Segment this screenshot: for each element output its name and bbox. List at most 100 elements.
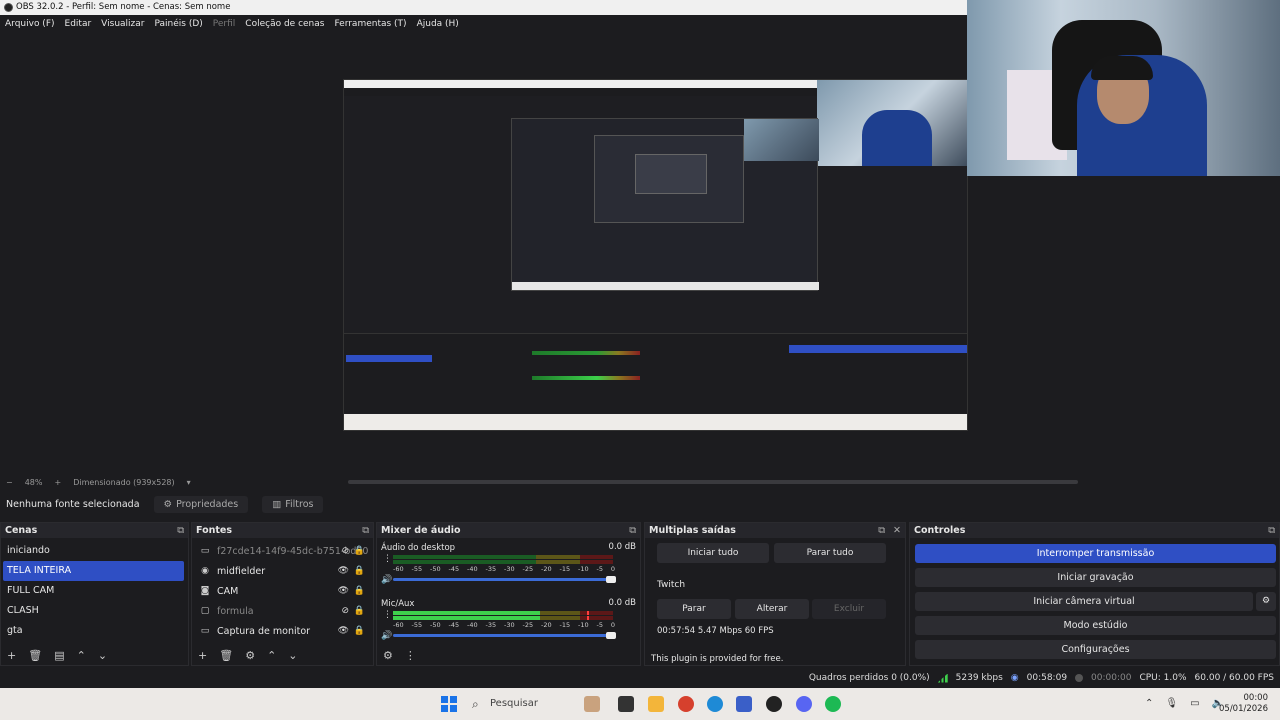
menu-profile[interactable]: Perfil xyxy=(213,19,236,29)
source-item[interactable]: ▢ formula ⊘ 🔒 xyxy=(192,601,373,621)
source-item[interactable]: ▭ f27cde14-14f9-45dc-b751-bd50 ⊘ 🔒 xyxy=(192,541,373,561)
scene-item[interactable]: FULL CAM xyxy=(1,581,188,601)
channel-menu-icon[interactable]: ⋮ xyxy=(383,554,392,564)
remove-source-icon[interactable]: 🗑 xyxy=(219,649,233,662)
obs-taskbar-icon[interactable] xyxy=(766,696,782,712)
source-item[interactable]: ▭ Captura de monitor 👁 🔒 xyxy=(192,621,373,641)
advanced-audio-icon[interactable]: ⚙ xyxy=(383,649,393,662)
start-virtual-camera-button[interactable]: Iniciar câmera virtual xyxy=(915,592,1253,611)
scene-item-selected[interactable]: TELA INTEIRA xyxy=(3,561,184,581)
eye-icon[interactable]: 👁 xyxy=(338,566,349,576)
zoom-mode[interactable]: Dimensionado (939x528) xyxy=(73,478,174,487)
discord-icon[interactable] xyxy=(796,696,812,712)
plugin-note: This plugin is provided for free. xyxy=(651,654,784,664)
nested-capture-preview xyxy=(511,118,819,291)
slider-handle[interactable] xyxy=(606,576,616,583)
undock-icon[interactable]: ⧉ xyxy=(878,523,885,538)
menu-help[interactable]: Ajuda (H) xyxy=(417,19,459,29)
windows-start-icon[interactable] xyxy=(441,696,457,712)
microphone-icon[interactable]: 🎙 xyxy=(1165,698,1178,709)
filter-icon: ▥ xyxy=(272,498,282,510)
mixer-menu-icon[interactable]: ⋮ xyxy=(405,649,416,662)
file-explorer-icon[interactable] xyxy=(648,696,664,712)
eye-icon[interactable]: 👁 xyxy=(338,586,349,596)
preview-horizontal-scrollbar[interactable] xyxy=(348,480,1078,484)
move-up-icon[interactable]: ⌃ xyxy=(267,649,276,662)
add-source-icon[interactable]: + xyxy=(198,649,207,662)
zoom-out-icon[interactable]: − xyxy=(6,478,13,487)
edit-button[interactable]: Alterar xyxy=(735,599,809,619)
properties-button[interactable]: ⚙ Propriedades xyxy=(153,495,249,513)
undock-icon[interactable]: ⧉ xyxy=(177,523,184,538)
windows-taskbar: ⌕ Pesquisar ⌃ 🎙 ▭ 🔈 00:00 05/01/2026 xyxy=(0,688,1280,720)
zoom-dropdown-icon[interactable]: ▾ xyxy=(187,478,191,487)
add-scene-icon[interactable]: + xyxy=(7,649,16,662)
filters-button[interactable]: ▥ Filtros xyxy=(262,495,324,513)
move-down-icon[interactable]: ⌄ xyxy=(288,649,297,662)
scene-filters-icon[interactable]: ▤ xyxy=(54,649,64,662)
delete-button[interactable]: Excluir xyxy=(812,599,886,619)
lock-icon[interactable]: 🔒 xyxy=(354,546,365,556)
network-icon[interactable]: ▭ xyxy=(1190,698,1199,709)
source-item[interactable]: ◉ midfielder 👁 🔒 xyxy=(192,561,373,581)
meter-peak xyxy=(586,616,589,620)
channel-name: Áudio do desktop xyxy=(381,543,456,553)
chevron-up-icon[interactable]: ⌃ xyxy=(1145,698,1153,709)
lock-icon[interactable]: 🔒 xyxy=(354,566,365,576)
volume-slider[interactable] xyxy=(393,632,616,639)
source-item[interactable]: ◙ CAM 👁 🔒 xyxy=(192,581,373,601)
lock-icon[interactable]: 🔒 xyxy=(354,626,365,636)
edge-icon[interactable] xyxy=(707,696,723,712)
lock-icon[interactable]: 🔒 xyxy=(354,586,365,596)
zoom-in-icon[interactable]: + xyxy=(54,478,61,487)
undock-icon[interactable]: ⧉ xyxy=(362,523,369,538)
channel-menu-icon[interactable]: ⋮ xyxy=(383,610,392,620)
scene-item[interactable]: gta xyxy=(1,621,188,641)
gear-icon: ⚙ xyxy=(163,498,173,510)
start-all-button[interactable]: Iniciar tudo xyxy=(657,543,769,563)
task-view-icon[interactable] xyxy=(618,696,634,712)
search-highlight-icon[interactable] xyxy=(584,696,600,712)
menu-tools[interactable]: Ferramentas (T) xyxy=(334,19,406,29)
scene-item[interactable]: iniciando xyxy=(1,541,188,561)
menu-docks[interactable]: Painéis (D) xyxy=(154,19,202,29)
meter-tick-label: -25 xyxy=(522,621,534,629)
speaker-icon[interactable]: 🔊 xyxy=(381,631,392,641)
move-down-icon[interactable]: ⌄ xyxy=(98,649,107,662)
move-up-icon[interactable]: ⌃ xyxy=(77,649,86,662)
undock-icon[interactable]: ⧉ xyxy=(629,523,636,538)
settings-button[interactable]: Configurações xyxy=(915,640,1276,659)
source-name: formula xyxy=(217,605,254,617)
volume-slider[interactable] xyxy=(393,576,616,583)
hidden-eye-icon[interactable]: ⊘ xyxy=(341,606,349,616)
slider-handle[interactable] xyxy=(606,632,616,639)
source-properties-icon[interactable]: ⚙ xyxy=(245,649,255,662)
stop-streaming-button[interactable]: Interromper transmissão xyxy=(915,544,1276,563)
menu-scene-collection[interactable]: Coleção de cenas xyxy=(245,19,324,29)
stop-button[interactable]: Parar xyxy=(657,599,731,619)
virtual-camera-settings-icon[interactable]: ⚙ xyxy=(1256,592,1276,611)
multi-output-title: Multiplas saídas xyxy=(649,525,736,536)
speaker-icon[interactable]: 🔊 xyxy=(381,575,392,585)
start-recording-button[interactable]: Iniciar gravação xyxy=(915,568,1276,587)
undock-icon[interactable]: ⧉ xyxy=(1268,523,1275,538)
menu-file[interactable]: Arquivo (F) xyxy=(5,19,55,29)
chrome-icon[interactable] xyxy=(678,696,694,712)
scene-item[interactable]: CLASH xyxy=(1,601,188,621)
taskbar-clock[interactable]: 00:00 05/01/2026 xyxy=(1219,693,1268,715)
status-bar: Quadros perdidos 0 (0.0%) 5239 kbps ◉ 00… xyxy=(0,668,1280,688)
lock-icon[interactable]: 🔒 xyxy=(354,606,365,616)
remove-scene-icon[interactable]: 🗑 xyxy=(28,649,42,662)
spotify-icon[interactable] xyxy=(825,696,841,712)
source-name: Captura de monitor xyxy=(217,625,311,637)
eye-icon[interactable]: 👁 xyxy=(338,626,349,636)
hidden-eye-icon[interactable]: ⊘ xyxy=(341,546,349,556)
menu-edit[interactable]: Editar xyxy=(65,19,92,29)
menu-view[interactable]: Visualizar xyxy=(101,19,144,29)
stream-status-icon: ◉ xyxy=(1010,673,1019,683)
stop-all-button[interactable]: Parar tudo xyxy=(774,543,886,563)
close-icon[interactable]: ✕ xyxy=(893,523,901,538)
mixer-channel: Mic/Aux 0.0 dB ⋮ -60 -55 -50 -45 -40 -35 -30 -2… xyxy=(377,594,640,650)
studio-mode-button[interactable]: Modo estúdio xyxy=(915,616,1276,635)
store-icon[interactable] xyxy=(736,696,752,712)
